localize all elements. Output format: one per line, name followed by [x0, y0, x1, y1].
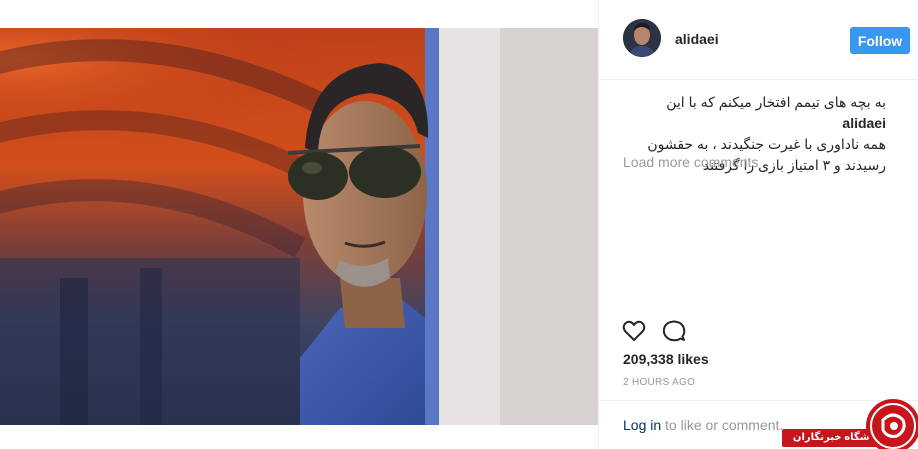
caption-line-2: همه ناداوری با غیرت جنگیدند ، به حقشون	[647, 136, 886, 152]
post-photo[interactable]	[0, 28, 598, 425]
post-side-panel: alidaei Follow به بچه های تیمم افتخار می…	[598, 0, 918, 449]
avatar-icon	[623, 19, 661, 57]
caption-username[interactable]: alidaei	[842, 115, 886, 131]
load-more-comments-link[interactable]: Load more comments	[623, 154, 758, 170]
photo-margin	[0, 425, 598, 449]
likes-count[interactable]: 209,338 likes	[623, 351, 709, 367]
post-header: alidaei Follow	[599, 0, 918, 80]
login-text: Log in to like or comment.	[623, 417, 783, 433]
post-actions	[621, 318, 741, 346]
username[interactable]: alidaei	[675, 31, 719, 47]
comment-icon[interactable]	[661, 318, 687, 344]
login-rest-text: to like or comment.	[661, 417, 784, 433]
login-link[interactable]: Log in	[623, 417, 661, 433]
avatar[interactable]	[623, 19, 661, 57]
post-timestamp[interactable]: 2 HOURS AGO	[623, 377, 695, 388]
follow-button[interactable]: Follow	[850, 27, 910, 54]
watermark-logo-icon	[863, 396, 918, 449]
caption-text: به بچه های تیمم افتخار میکنم که با این	[666, 94, 886, 110]
heart-icon[interactable]	[621, 318, 647, 344]
caption-line-1: به بچه های تیمم افتخار میکنم که با این a…	[623, 92, 886, 134]
portrait-photo	[0, 28, 598, 425]
